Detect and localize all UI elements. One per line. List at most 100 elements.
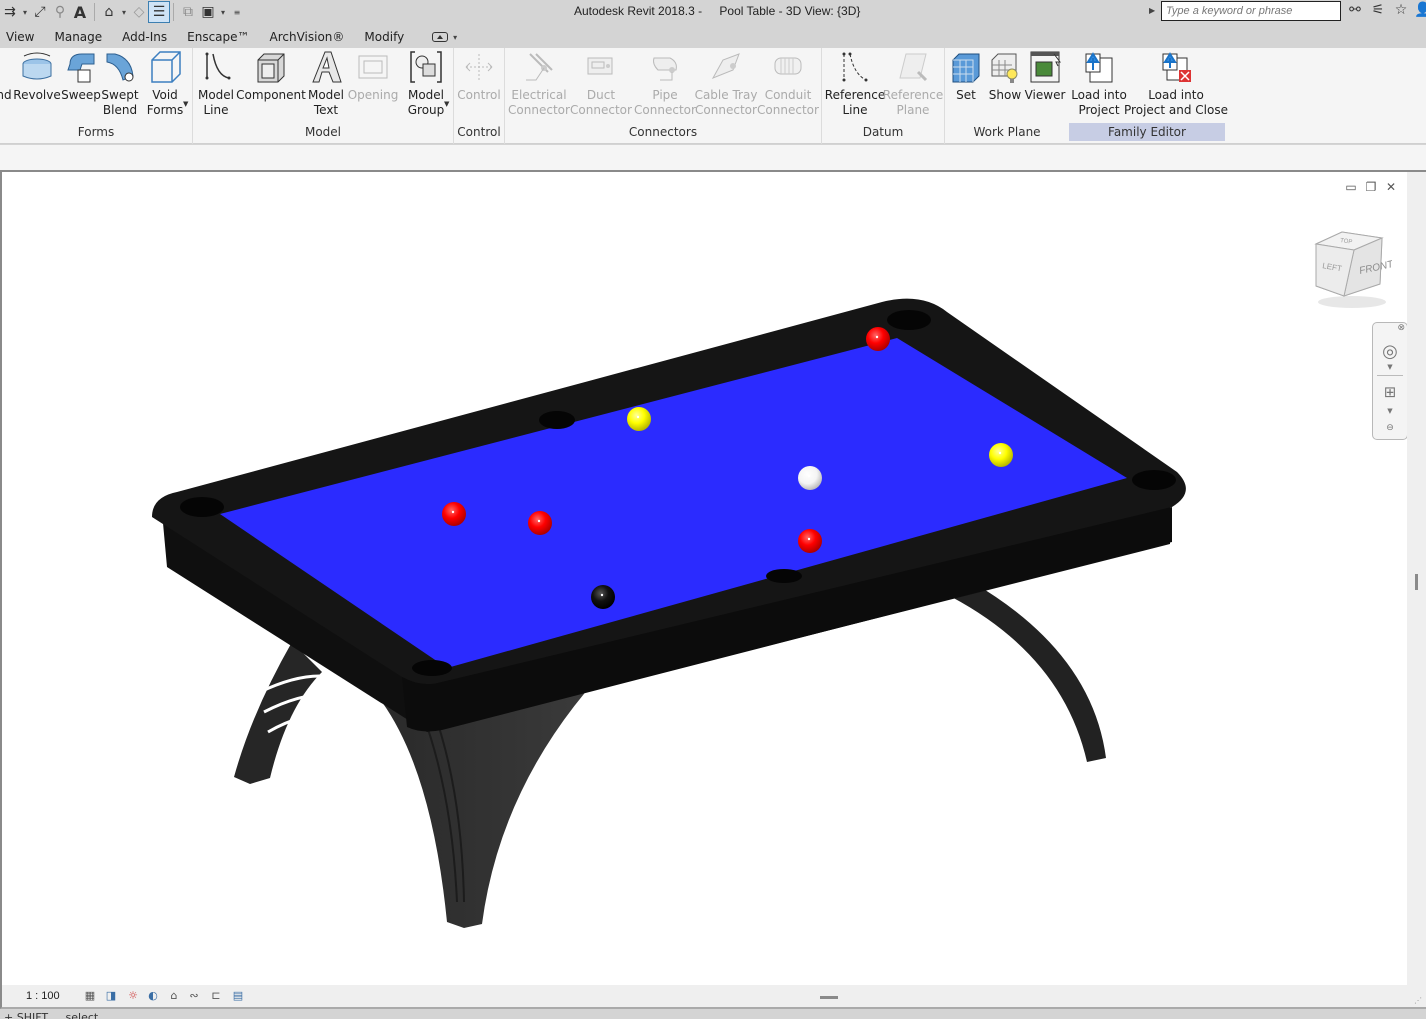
tag-icon[interactable]: ⚲ [50,2,70,22]
visual-style-icon[interactable]: ◨ [103,989,119,1003]
sync-icon[interactable]: ◇ [129,2,149,22]
binoculars-icon[interactable]: ⚯ [1345,2,1365,22]
communication-center-icon[interactable]: ⚟ [1368,2,1388,22]
component-button[interactable]: Component [236,50,306,103]
horizontal-scrollbar-thumb[interactable] [820,996,838,999]
view-window-3d[interactable]: ▭ ❐ ✕ FRONT LEFT TOP ⊗ ◎ ▼ ⊞ ▼ ⊖ [0,170,1426,987]
chevron-down-icon[interactable]: ▾ [20,8,30,17]
panel-work-plane: Set Show Viewer Work Plane [945,48,1069,144]
chevron-down-icon[interactable]: ▼ [1373,407,1407,415]
chevron-down-icon[interactable]: ▼ [183,100,188,108]
measure-icon[interactable]: ⤢ [30,2,50,22]
swept-blend-button[interactable]: Swept Blend [100,50,140,118]
detail-level-icon[interactable]: ▦ [82,989,98,1003]
show-work-plane-button[interactable]: Show [987,50,1023,103]
vertical-scrollbar-thumb[interactable] [1415,574,1418,590]
reference-line-button[interactable]: Reference Line [825,50,885,118]
chevron-down-icon[interactable]: ▼ [444,100,449,108]
pool-ball-red [798,529,822,553]
close-hidden-windows-icon[interactable]: ⧉ [178,2,198,22]
reference-plane-button[interactable]: Reference Plane [883,50,943,118]
electrical-connector-icon [522,50,556,84]
crop-view-icon[interactable]: ∾ [186,989,202,1003]
control-button[interactable]: Control [457,50,501,103]
duct-connector-button[interactable]: Duct Connector [570,50,632,118]
view-window-controls: ▭ ❐ ✕ [1344,180,1398,194]
close-icon[interactable]: ⊗ [1373,323,1407,333]
pool-ball-black [591,585,615,609]
status-text: + SHIFT ... select [4,1011,99,1019]
chevron-down-icon[interactable]: ▾ [218,8,228,17]
default-3d-view-icon[interactable]: ⌂ [99,2,119,22]
minimize-icon[interactable]: ▭ [1344,180,1358,194]
chevron-down-icon[interactable]: ▼ [1373,363,1407,371]
thin-lines-icon[interactable]: ☰ [148,1,170,23]
tab-archvision[interactable]: ArchVision® [260,26,355,48]
ball-highlight [636,415,640,419]
restore-icon[interactable]: ❐ [1364,180,1378,194]
sun-path-icon[interactable]: ☼ [125,989,141,1003]
search-input[interactable] [1161,1,1341,21]
model-group-button[interactable]: Model Group [406,50,446,118]
customize-qat-icon[interactable]: ≡ [232,8,242,17]
electrical-connector-button[interactable]: Electrical Connector [508,50,570,118]
sweep-button[interactable]: Sweep [61,50,101,103]
user-icon[interactable]: 👤 [1413,2,1426,22]
steering-wheel-icon[interactable]: ◎ [1373,341,1407,362]
opening-icon [356,50,390,84]
text-icon[interactable]: A [70,2,90,22]
pocket [1132,470,1176,490]
close-icon[interactable]: ✕ [1384,180,1398,194]
resize-grip-icon[interactable]: ⋰ [1414,996,1422,1005]
pool-ball-yellow [627,407,651,431]
search-expand-icon[interactable]: ▶ [1149,6,1155,15]
pocket [887,310,931,330]
tab-enscape[interactable]: Enscape™ [177,26,259,48]
load-into-project-icon [1082,50,1116,84]
panel-title: Forms [77,125,115,139]
ribbon-minimize-toggle[interactable]: ▾ [432,32,460,42]
pool-ball-red [442,502,466,526]
shadows-icon[interactable]: ◐ [145,989,161,1003]
opening-button[interactable]: Opening [348,50,398,103]
align-dimension-icon[interactable]: ⇉ [0,2,20,22]
switch-windows-icon[interactable]: ▣ [198,2,218,22]
pipe-connector-button[interactable]: Pipe Connector [634,50,696,118]
set-work-plane-button[interactable]: Set [949,50,983,103]
work-plane-viewer-icon [1028,50,1062,84]
panel-title: Datum [862,125,904,139]
conduit-connector-button[interactable]: Conduit Connector [757,50,819,118]
void-forms-icon [148,50,182,84]
table-leg-right [942,582,1106,762]
viewcube[interactable]: FRONT LEFT TOP [1308,228,1395,312]
pocket [766,569,802,583]
navbar-options-icon[interactable]: ⊖ [1373,423,1407,433]
navigation-bar: ⊗ ◎ ▼ ⊞ ▼ ⊖ [1372,322,1408,440]
tab-manage[interactable]: Manage [44,26,112,48]
pool-ball-red [866,327,890,351]
ribbon-toggle-icon [432,32,449,42]
vertical-scrollbar[interactable] [1407,172,1426,987]
work-plane-viewer-button[interactable]: Viewer [1025,50,1065,103]
tab-add-ins[interactable]: Add-Ins [112,26,177,48]
model-line-button[interactable]: Model Line [197,50,235,118]
model-text-button[interactable]: Model Text [306,50,346,118]
favorites-star-icon[interactable]: ☆ [1391,2,1411,22]
void-forms-button[interactable]: Void Forms [144,50,186,118]
ribbon: nd Revolve Sweep Swept Blend Void Forms … [0,48,1426,144]
load-into-project-and-close-button[interactable]: Load into Project and Close [1124,50,1228,118]
temporary-hide-icon[interactable]: ▤ [230,989,246,1003]
lock-3d-view-icon[interactable]: ⊏ [208,989,224,1003]
view-scale[interactable]: 1 : 100 [26,990,60,1002]
cable-tray-connector-button[interactable]: Cable Tray Connector [695,50,757,118]
load-into-project-button[interactable]: Load into Project [1071,50,1127,118]
chevron-down-icon[interactable]: ▾ [119,8,129,17]
extrusion-button[interactable]: nd [0,50,12,103]
model-group-icon [409,50,443,84]
revolve-button[interactable]: Revolve [13,50,61,103]
tab-view[interactable]: View [0,26,44,48]
viewport-canvas[interactable] [2,172,1407,985]
show-rendering-icon[interactable]: ⌂ [166,989,182,1003]
tab-modify[interactable]: Modify [354,26,414,48]
zoom-region-icon[interactable]: ⊞ [1373,383,1407,401]
